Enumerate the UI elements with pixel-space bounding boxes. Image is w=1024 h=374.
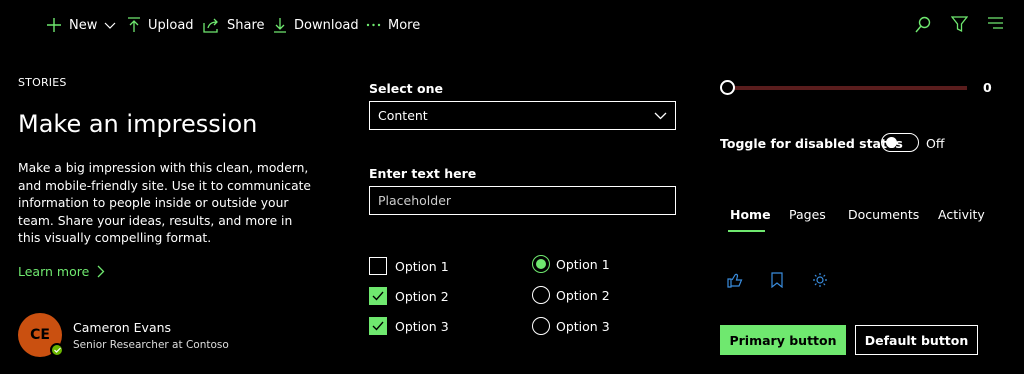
checkbox-option-1[interactable]: Option 1	[369, 257, 449, 275]
active-tab-indicator	[728, 230, 765, 232]
toggle-knob	[886, 137, 897, 148]
more-label: More	[388, 17, 421, 33]
chevron-down-icon	[104, 22, 116, 29]
radio-option-1[interactable]: Option 1	[532, 255, 610, 273]
toggle-state: Off	[926, 136, 945, 151]
new-label: New	[69, 17, 98, 33]
download-button[interactable]: Download	[273, 16, 359, 34]
new-button[interactable]: New	[46, 16, 116, 34]
more-button[interactable]: More	[366, 16, 420, 34]
add-icon	[47, 18, 61, 32]
slider-track[interactable]	[727, 86, 967, 90]
filter-icon	[950, 16, 969, 33]
stories-eyebrow: STORIES	[18, 76, 67, 89]
radio-option-3[interactable]: Option 3	[532, 317, 610, 335]
learn-more-link[interactable]: Learn more	[18, 264, 105, 279]
checkbox-label: Option 1	[395, 258, 449, 274]
search-button[interactable]	[915, 16, 931, 37]
avatar-initials: CE	[30, 327, 50, 343]
checkbox-box	[369, 317, 387, 335]
checkbox-label: Option 3	[395, 318, 449, 334]
avatar[interactable]: CE	[18, 313, 64, 357]
checkbox-box	[369, 257, 387, 275]
share-label: Share	[227, 17, 265, 33]
more-icon	[366, 23, 381, 27]
upload-label: Upload	[148, 17, 194, 33]
upload-button[interactable]: Upload	[127, 16, 194, 34]
radio-circle	[532, 255, 550, 273]
checkbox-option-2[interactable]: Option 2	[369, 287, 449, 305]
persona-role: Senior Researcher at Contoso	[73, 339, 229, 351]
persona: CE Cameron Evans Senior Researcher at Co…	[18, 313, 229, 357]
content-dropdown[interactable]: Content	[369, 101, 676, 130]
tab-documents[interactable]: Documents	[848, 207, 919, 222]
tab-activity[interactable]: Activity	[938, 207, 985, 222]
presence-available-icon	[50, 343, 64, 357]
menu-button[interactable]	[987, 16, 1004, 34]
disabled-states-toggle[interactable]	[881, 133, 919, 152]
command-bar: New Upload Share Download More	[0, 0, 1024, 50]
radio-label: Option 2	[556, 287, 610, 303]
persona-name: Cameron Evans	[73, 320, 172, 335]
slider-thumb[interactable]	[720, 80, 735, 95]
checkmark-icon	[372, 291, 384, 301]
tab-pages[interactable]: Pages	[789, 207, 826, 222]
text-label: Enter text here	[369, 166, 477, 181]
bookmark-icon	[771, 272, 783, 289]
page-title: Make an impression	[18, 110, 258, 138]
default-button[interactable]: Default button	[855, 325, 978, 355]
like-icon	[727, 273, 743, 288]
sun-icon	[813, 273, 827, 287]
radio-circle	[532, 286, 550, 304]
toggle-label: Toggle for disabled states	[720, 136, 903, 151]
radio-label: Option 3	[556, 318, 610, 334]
checkmark-icon	[372, 321, 384, 331]
checkbox-option-3[interactable]: Option 3	[369, 317, 449, 335]
checkbox-label: Option 2	[395, 288, 449, 304]
like-button[interactable]	[727, 272, 743, 292]
radio-circle	[532, 317, 550, 335]
download-icon	[274, 18, 286, 33]
tab-home[interactable]: Home	[730, 207, 771, 222]
learn-more-label: Learn more	[18, 264, 90, 279]
checkbox-box	[369, 287, 387, 305]
dropdown-value: Content	[378, 108, 428, 123]
chevron-right-icon	[97, 265, 105, 278]
radio-option-2[interactable]: Option 2	[532, 286, 610, 304]
chevron-down-icon	[654, 112, 667, 119]
bookmark-button[interactable]	[771, 272, 783, 292]
slider-value: 0	[983, 80, 992, 95]
search-icon	[915, 16, 931, 33]
text-input[interactable]	[369, 186, 676, 215]
story-description: Make a big impression with this clean, m…	[18, 161, 311, 245]
download-label: Download	[294, 17, 359, 33]
filter-button[interactable]	[950, 16, 969, 37]
brightness-button[interactable]	[812, 272, 828, 292]
radio-label: Option 1	[556, 256, 610, 272]
upload-icon	[128, 17, 140, 32]
menu-icon	[988, 17, 1003, 29]
primary-button[interactable]: Primary button	[720, 325, 846, 355]
share-icon	[203, 18, 218, 33]
select-label: Select one	[369, 81, 443, 96]
share-button[interactable]: Share	[203, 16, 265, 34]
